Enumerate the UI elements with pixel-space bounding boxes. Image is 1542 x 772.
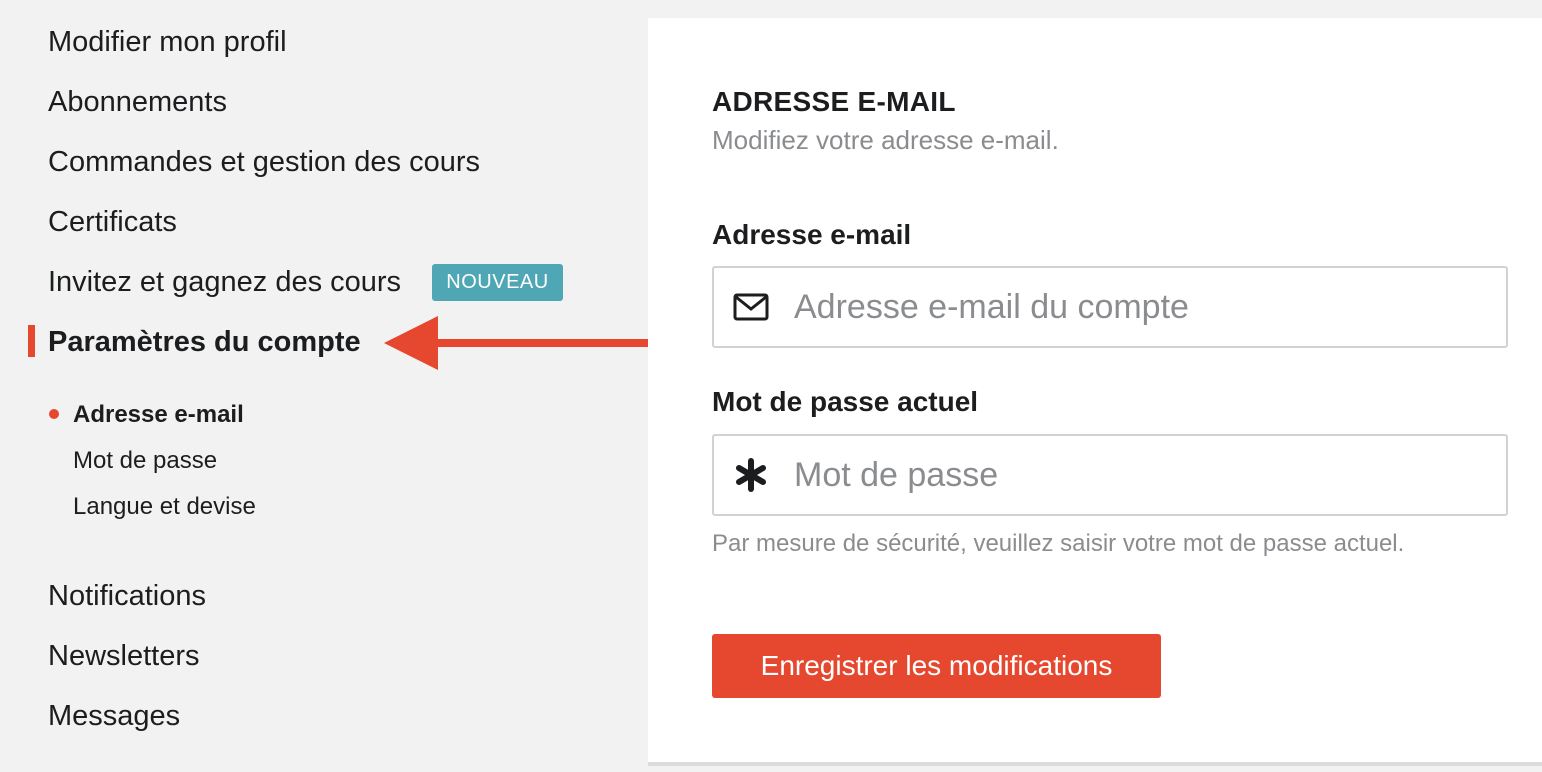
sidebar-item-orders[interactable]: Commandes et gestion des cours (48, 142, 480, 182)
section-title: ADRESSE E-MAIL (712, 86, 956, 117)
password-label: Mot de passe actuel (712, 386, 979, 417)
sidebar-item-notifications[interactable]: Notifications (48, 576, 206, 616)
subitem-password[interactable]: Mot de passe (73, 445, 217, 477)
password-help-text: Par mesure de sécurité, veuillez saisir … (712, 530, 1405, 557)
email-field[interactable] (712, 266, 1508, 348)
sidebar-item-account-settings[interactable]: Paramètres du compte (48, 322, 361, 362)
section-subtitle: Modifiez votre adresse e-mail. (712, 125, 1059, 155)
arrow-annotation (384, 316, 654, 370)
sidebar-item-newsletters[interactable]: Newsletters (48, 636, 200, 676)
settings-panel: ADRESSE E-MAIL Modifiez votre adresse e-… (648, 18, 1542, 762)
password-field[interactable] (712, 434, 1508, 516)
sidebar-item-certificates[interactable]: Certificats (48, 202, 177, 242)
subitem-language-currency[interactable]: Langue et devise (73, 491, 256, 523)
sidebar-item-invite[interactable]: Invitez et gagnez des cours (48, 262, 401, 302)
asterisk-icon (736, 458, 766, 492)
sidebar: Modifier mon profil Abonnements Commande… (0, 0, 654, 772)
envelope-icon (733, 293, 769, 321)
arrow-head (384, 316, 438, 370)
save-button[interactable]: Enregistrer les modifications (712, 634, 1161, 698)
panel-bottom-border (648, 762, 1542, 766)
active-indicator (28, 325, 35, 357)
new-badge: NOUVEAU (432, 264, 563, 301)
current-subitem-dot (49, 409, 59, 419)
sidebar-item-messages[interactable]: Messages (48, 696, 180, 736)
email-input[interactable] (794, 268, 1494, 346)
sidebar-item-edit-profile[interactable]: Modifier mon profil (48, 22, 287, 62)
sidebar-item-subscriptions[interactable]: Abonnements (48, 82, 227, 122)
arrow-shaft (434, 339, 654, 347)
password-input[interactable] (794, 436, 1494, 514)
account-settings-page: Modifier mon profil Abonnements Commande… (0, 0, 1542, 772)
email-label: Adresse e-mail (712, 219, 912, 250)
subitem-email[interactable]: Adresse e-mail (73, 399, 244, 431)
